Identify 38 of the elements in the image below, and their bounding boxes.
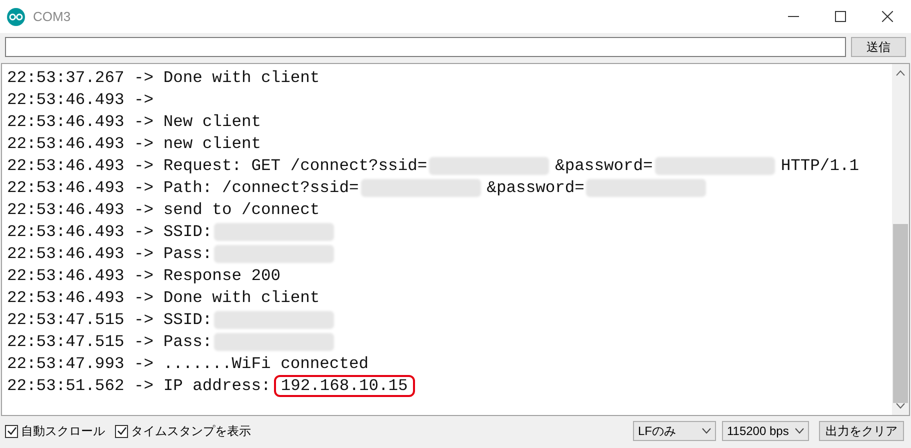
log-text: 22:53:46.493 -> Path: /connect?ssid=	[7, 176, 359, 199]
log-text: 22:53:47.993 -> .......WiFi connected	[7, 352, 369, 375]
caret-icon	[702, 428, 711, 434]
log-text: &password=	[486, 176, 584, 199]
app-logo-icon	[7, 8, 25, 26]
log-text: 22:53:46.493 -> new client	[7, 132, 262, 155]
window-title: COM3	[33, 8, 71, 26]
log-text: &password=	[555, 154, 653, 177]
log-text: 22:53:46.493 -> Done with client	[7, 286, 320, 309]
checkbox-label: タイムスタンプを表示	[131, 423, 251, 440]
log-text: 22:53:47.515 -> Pass:	[7, 330, 212, 353]
log-text: 22:53:46.493 -> Pass:	[7, 242, 212, 265]
line-ending-dropdown[interactable]: LFのみ	[633, 421, 716, 441]
log-text: 22:53:46.493 ->	[7, 88, 154, 111]
log-text: 22:53:46.493 -> SSID:	[7, 220, 212, 243]
checkbox[interactable]	[115, 424, 128, 438]
close-icon[interactable]	[882, 11, 893, 22]
send-input-field[interactable]	[5, 36, 846, 56]
maximize-icon[interactable]	[835, 11, 846, 22]
scroll-up-icon[interactable]	[896, 70, 905, 76]
highlighted-text: 192.168.10.15	[274, 375, 415, 397]
scroll-down-icon[interactable]	[896, 403, 905, 409]
log-text: 22:53:46.493 -> New client	[7, 110, 262, 133]
caret-icon	[795, 428, 804, 434]
log-text: 22:53:46.493 -> Request: GET /connect?ssid=	[7, 154, 428, 177]
log-text: 22:53:51.562 -> IP address:	[7, 374, 271, 397]
log-text: 22:53:46.493 -> send to /connect	[7, 198, 320, 221]
send-button[interactable]: 送信	[851, 36, 906, 56]
checkbox-label: 自動スクロール	[21, 423, 105, 440]
scrollbar-thumb[interactable]	[893, 224, 908, 404]
log-text: 22:53:46.493 -> Response 200	[7, 264, 281, 287]
scrollbar[interactable]	[892, 64, 909, 415]
clear-output-button[interactable]: 出力をクリア	[819, 421, 904, 441]
log-text: HTTP/1.1	[780, 154, 860, 177]
log-text: 22:53:47.515 -> SSID:	[7, 308, 212, 331]
log-text: 22:53:37.267 -> Done with client	[7, 66, 320, 89]
baud-rate-dropdown[interactable]: 115200 bps	[722, 421, 809, 441]
checkbox[interactable]	[5, 424, 18, 438]
